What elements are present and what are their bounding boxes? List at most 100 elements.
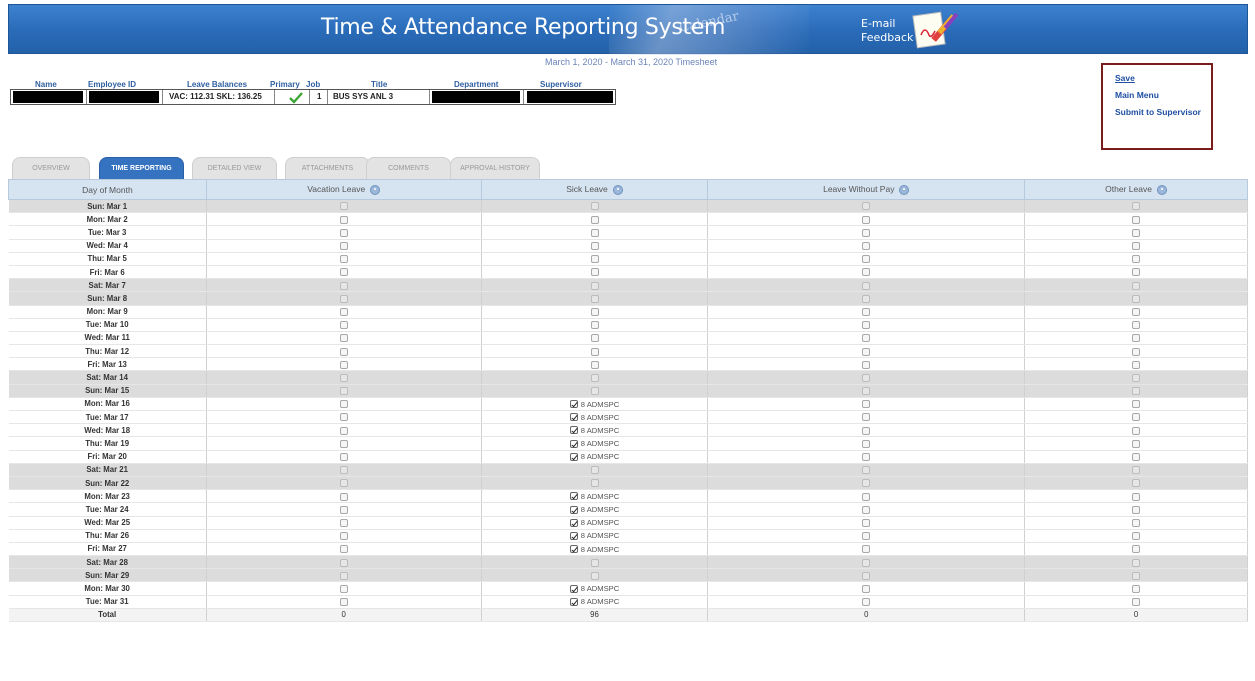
lwop-checkbox[interactable] — [862, 479, 871, 488]
tab-overview[interactable]: OVERVIEW — [12, 157, 90, 179]
lwop-checkbox[interactable] — [862, 228, 871, 237]
main-menu-link[interactable]: Main Menu — [1115, 90, 1159, 100]
vacation-checkbox[interactable] — [339, 505, 348, 514]
other-checkbox[interactable] — [1132, 228, 1141, 237]
lwop-checkbox[interactable] — [862, 294, 871, 303]
email-feedback-link[interactable]: E-mail Feedback — [861, 17, 913, 45]
vacation-checkbox[interactable] — [339, 571, 348, 580]
sick-checkbox[interactable] — [590, 268, 599, 277]
lwop-checkbox[interactable] — [862, 505, 871, 514]
other-checkbox[interactable] — [1132, 453, 1141, 462]
submit-to-supervisor-link[interactable]: Submit to Supervisor — [1115, 107, 1201, 117]
sick-checkbox[interactable] — [590, 215, 599, 224]
vacation-checkbox[interactable] — [339, 439, 348, 448]
tab-detailed-view[interactable]: DETAILED VIEW — [192, 157, 277, 179]
other-checkbox[interactable] — [1132, 571, 1141, 580]
lwop-checkbox[interactable] — [862, 215, 871, 224]
tab-attachments[interactable]: ATTACHMENTS — [285, 157, 370, 179]
lwop-checkbox[interactable] — [862, 307, 871, 316]
other-checkbox[interactable] — [1132, 307, 1141, 316]
sick-checkbox[interactable] — [569, 400, 578, 409]
vacation-checkbox[interactable] — [339, 466, 348, 475]
other-checkbox[interactable] — [1132, 347, 1141, 356]
other-checkbox[interactable] — [1132, 413, 1141, 422]
vacation-checkbox[interactable] — [339, 360, 348, 369]
sick-checkbox[interactable] — [590, 479, 599, 488]
lwop-checkbox[interactable] — [862, 413, 871, 422]
sick-checkbox[interactable] — [590, 571, 599, 580]
info-icon[interactable] — [1156, 184, 1167, 195]
sick-checkbox[interactable] — [590, 466, 599, 475]
sick-checkbox[interactable] — [569, 452, 578, 461]
lwop-checkbox[interactable] — [862, 532, 871, 541]
vacation-checkbox[interactable] — [339, 334, 348, 343]
sick-checkbox[interactable] — [569, 439, 578, 448]
lwop-checkbox[interactable] — [862, 453, 871, 462]
other-checkbox[interactable] — [1132, 294, 1141, 303]
sick-checkbox[interactable] — [569, 531, 578, 540]
vacation-checkbox[interactable] — [339, 518, 348, 527]
vacation-checkbox[interactable] — [339, 545, 348, 554]
other-checkbox[interactable] — [1132, 532, 1141, 541]
sick-checkbox[interactable] — [590, 242, 599, 251]
sick-checkbox[interactable] — [590, 228, 599, 237]
lwop-checkbox[interactable] — [862, 334, 871, 343]
vacation-checkbox[interactable] — [339, 242, 348, 251]
vacation-checkbox[interactable] — [339, 400, 348, 409]
pen-paper-icon[interactable] — [911, 11, 969, 49]
vacation-checkbox[interactable] — [339, 426, 348, 435]
sick-checkbox[interactable] — [569, 505, 578, 514]
vacation-checkbox[interactable] — [339, 558, 348, 567]
vacation-checkbox[interactable] — [339, 373, 348, 382]
vacation-checkbox[interactable] — [339, 307, 348, 316]
other-checkbox[interactable] — [1132, 558, 1141, 567]
other-checkbox[interactable] — [1132, 242, 1141, 251]
lwop-checkbox[interactable] — [862, 400, 871, 409]
other-checkbox[interactable] — [1132, 466, 1141, 475]
sick-checkbox[interactable] — [590, 334, 599, 343]
sick-checkbox[interactable] — [590, 558, 599, 567]
lwop-checkbox[interactable] — [862, 466, 871, 475]
other-checkbox[interactable] — [1132, 202, 1141, 211]
lwop-checkbox[interactable] — [862, 347, 871, 356]
sick-checkbox[interactable] — [590, 387, 599, 396]
lwop-checkbox[interactable] — [862, 598, 871, 607]
lwop-checkbox[interactable] — [862, 387, 871, 396]
other-checkbox[interactable] — [1132, 215, 1141, 224]
sick-checkbox[interactable] — [590, 255, 599, 264]
sick-checkbox[interactable] — [569, 413, 578, 422]
other-checkbox[interactable] — [1132, 598, 1141, 607]
other-checkbox[interactable] — [1132, 400, 1141, 409]
vacation-checkbox[interactable] — [339, 413, 348, 422]
vacation-checkbox[interactable] — [339, 281, 348, 290]
lwop-checkbox[interactable] — [862, 584, 871, 593]
other-checkbox[interactable] — [1132, 439, 1141, 448]
vacation-checkbox[interactable] — [339, 532, 348, 541]
other-checkbox[interactable] — [1132, 479, 1141, 488]
info-icon[interactable] — [370, 184, 381, 195]
info-icon[interactable] — [899, 184, 910, 195]
lwop-checkbox[interactable] — [862, 426, 871, 435]
other-checkbox[interactable] — [1132, 360, 1141, 369]
sick-checkbox[interactable] — [590, 347, 599, 356]
vacation-checkbox[interactable] — [339, 598, 348, 607]
other-checkbox[interactable] — [1132, 492, 1141, 501]
other-checkbox[interactable] — [1132, 334, 1141, 343]
lwop-checkbox[interactable] — [862, 545, 871, 554]
vacation-checkbox[interactable] — [339, 202, 348, 211]
sick-checkbox[interactable] — [569, 584, 578, 593]
lwop-checkbox[interactable] — [862, 281, 871, 290]
other-checkbox[interactable] — [1132, 268, 1141, 277]
other-checkbox[interactable] — [1132, 373, 1141, 382]
vacation-checkbox[interactable] — [339, 215, 348, 224]
sick-checkbox[interactable] — [590, 294, 599, 303]
sick-checkbox[interactable] — [590, 360, 599, 369]
lwop-checkbox[interactable] — [862, 268, 871, 277]
lwop-checkbox[interactable] — [862, 255, 871, 264]
lwop-checkbox[interactable] — [862, 492, 871, 501]
other-checkbox[interactable] — [1132, 321, 1141, 330]
lwop-checkbox[interactable] — [862, 558, 871, 567]
vacation-checkbox[interactable] — [339, 453, 348, 462]
vacation-checkbox[interactable] — [339, 268, 348, 277]
vacation-checkbox[interactable] — [339, 347, 348, 356]
